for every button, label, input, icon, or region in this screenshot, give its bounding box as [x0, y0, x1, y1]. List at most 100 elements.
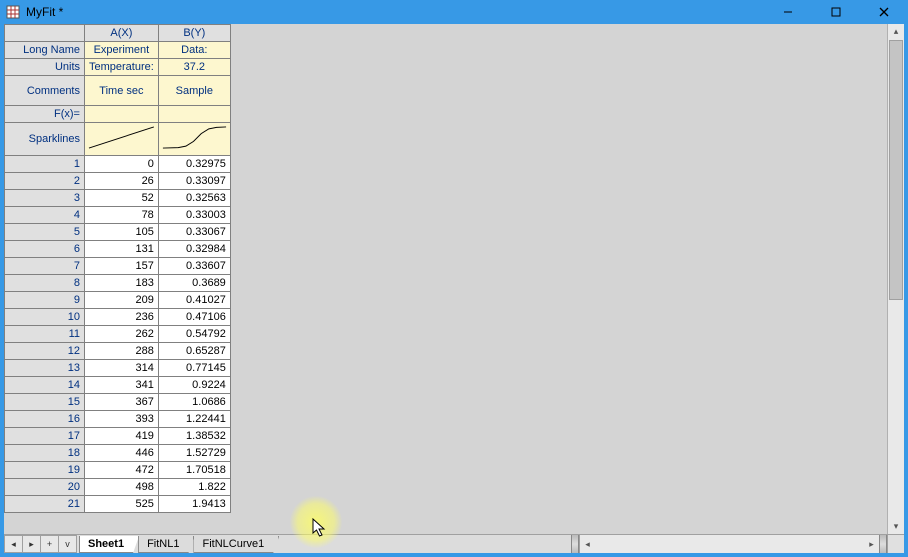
- cell-a[interactable]: 446: [85, 445, 159, 462]
- row-number[interactable]: 3: [5, 190, 85, 207]
- longname-b[interactable]: Data:: [158, 42, 230, 59]
- nav-next-button[interactable]: ▸: [22, 535, 40, 553]
- rowlabel-comments[interactable]: Comments: [5, 76, 85, 106]
- cell-a[interactable]: 78: [85, 207, 159, 224]
- row-number[interactable]: 9: [5, 292, 85, 309]
- cell-b[interactable]: 0.9224: [158, 377, 230, 394]
- tab-sheet1[interactable]: Sheet1: [79, 536, 139, 553]
- row-number[interactable]: 21: [5, 496, 85, 513]
- nav-prev-button[interactable]: ◂: [4, 535, 22, 553]
- row-number[interactable]: 15: [5, 394, 85, 411]
- row-number[interactable]: 17: [5, 428, 85, 445]
- cell-a[interactable]: 52: [85, 190, 159, 207]
- cell-a[interactable]: 525: [85, 496, 159, 513]
- row-number[interactable]: 13: [5, 360, 85, 377]
- cell-b[interactable]: 1.9413: [158, 496, 230, 513]
- row-number[interactable]: 18: [5, 445, 85, 462]
- row-number[interactable]: 2: [5, 173, 85, 190]
- horizontal-scrollbar[interactable]: ◂ ▸: [579, 535, 879, 553]
- tab-fitnl1[interactable]: FitNL1: [138, 536, 194, 553]
- vertical-scrollbar[interactable]: ▴ ▾: [887, 24, 904, 534]
- cell-a[interactable]: 0: [85, 156, 159, 173]
- units-b[interactable]: 37.2: [158, 59, 230, 76]
- cell-b[interactable]: 0.54792: [158, 326, 230, 343]
- column-header-a[interactable]: A(X): [85, 25, 159, 42]
- cell-b[interactable]: 0.33003: [158, 207, 230, 224]
- comments-a[interactable]: Time sec: [85, 76, 159, 106]
- row-number[interactable]: 10: [5, 309, 85, 326]
- grid-viewport[interactable]: A(X) B(Y) Long Name Experiment Data: Uni…: [4, 24, 887, 534]
- row-number[interactable]: 4: [5, 207, 85, 224]
- cell-a[interactable]: 262: [85, 326, 159, 343]
- row-number[interactable]: 14: [5, 377, 85, 394]
- cell-b[interactable]: 0.32984: [158, 241, 230, 258]
- cell-b[interactable]: 0.32975: [158, 156, 230, 173]
- row-number[interactable]: 5: [5, 224, 85, 241]
- cell-a[interactable]: 105: [85, 224, 159, 241]
- horizontal-splitter-2[interactable]: [879, 535, 887, 553]
- row-number[interactable]: 6: [5, 241, 85, 258]
- nav-add-button[interactable]: +: [40, 535, 58, 553]
- cell-b[interactable]: 0.32563: [158, 190, 230, 207]
- cell-b[interactable]: 1.70518: [158, 462, 230, 479]
- scroll-thumb[interactable]: [889, 40, 903, 300]
- cell-b[interactable]: 0.77145: [158, 360, 230, 377]
- rowlabel-units[interactable]: Units: [5, 59, 85, 76]
- rowlabel-fx[interactable]: F(x)=: [5, 106, 85, 123]
- nav-menu-button[interactable]: v: [58, 535, 76, 553]
- cell-b[interactable]: 0.33097: [158, 173, 230, 190]
- comments-b[interactable]: Sample: [158, 76, 230, 106]
- maximize-button[interactable]: [816, 2, 856, 22]
- cell-b[interactable]: 0.47106: [158, 309, 230, 326]
- row-number[interactable]: 7: [5, 258, 85, 275]
- scroll-down-icon[interactable]: ▾: [888, 519, 904, 534]
- fx-b[interactable]: [158, 106, 230, 123]
- titlebar[interactable]: MyFit *: [0, 0, 908, 24]
- cell-a[interactable]: 157: [85, 258, 159, 275]
- cell-a[interactable]: 288: [85, 343, 159, 360]
- cell-a[interactable]: 26: [85, 173, 159, 190]
- longname-a[interactable]: Experiment: [85, 42, 159, 59]
- cell-a[interactable]: 236: [85, 309, 159, 326]
- cell-a[interactable]: 183: [85, 275, 159, 292]
- row-number[interactable]: 1: [5, 156, 85, 173]
- scroll-right-icon[interactable]: ▸: [864, 535, 879, 553]
- cell-b[interactable]: 1.0686: [158, 394, 230, 411]
- tab-fitnlcurve1[interactable]: FitNLCurve1: [193, 536, 279, 553]
- close-button[interactable]: [864, 2, 904, 22]
- cell-a[interactable]: 131: [85, 241, 159, 258]
- rowlabel-sparklines[interactable]: Sparklines: [5, 123, 85, 156]
- cell-a[interactable]: 341: [85, 377, 159, 394]
- scroll-left-icon[interactable]: ◂: [580, 535, 595, 553]
- worksheet-grid[interactable]: A(X) B(Y) Long Name Experiment Data: Uni…: [4, 24, 231, 513]
- row-number[interactable]: 11: [5, 326, 85, 343]
- column-header-b[interactable]: B(Y): [158, 25, 230, 42]
- minimize-button[interactable]: [768, 2, 808, 22]
- cell-b[interactable]: 0.41027: [158, 292, 230, 309]
- cell-b[interactable]: 1.52729: [158, 445, 230, 462]
- cell-b[interactable]: 1.22441: [158, 411, 230, 428]
- cell-a[interactable]: 472: [85, 462, 159, 479]
- cell-a[interactable]: 419: [85, 428, 159, 445]
- cell-a[interactable]: 498: [85, 479, 159, 496]
- cell-a[interactable]: 393: [85, 411, 159, 428]
- row-number[interactable]: 20: [5, 479, 85, 496]
- cell-b[interactable]: 0.65287: [158, 343, 230, 360]
- cell-b[interactable]: 0.3689: [158, 275, 230, 292]
- horizontal-splitter[interactable]: [571, 535, 579, 553]
- scroll-up-icon[interactable]: ▴: [888, 24, 904, 39]
- cell-b[interactable]: 1.822: [158, 479, 230, 496]
- row-number[interactable]: 12: [5, 343, 85, 360]
- cell-a[interactable]: 209: [85, 292, 159, 309]
- corner-cell[interactable]: [5, 25, 85, 42]
- fx-a[interactable]: [85, 106, 159, 123]
- row-number[interactable]: 8: [5, 275, 85, 292]
- cell-b[interactable]: 0.33067: [158, 224, 230, 241]
- cell-a[interactable]: 314: [85, 360, 159, 377]
- cell-a[interactable]: 367: [85, 394, 159, 411]
- rowlabel-longname[interactable]: Long Name: [5, 42, 85, 59]
- units-a[interactable]: Temperature:: [85, 59, 159, 76]
- cell-b[interactable]: 1.38532: [158, 428, 230, 445]
- cell-b[interactable]: 0.33607: [158, 258, 230, 275]
- row-number[interactable]: 19: [5, 462, 85, 479]
